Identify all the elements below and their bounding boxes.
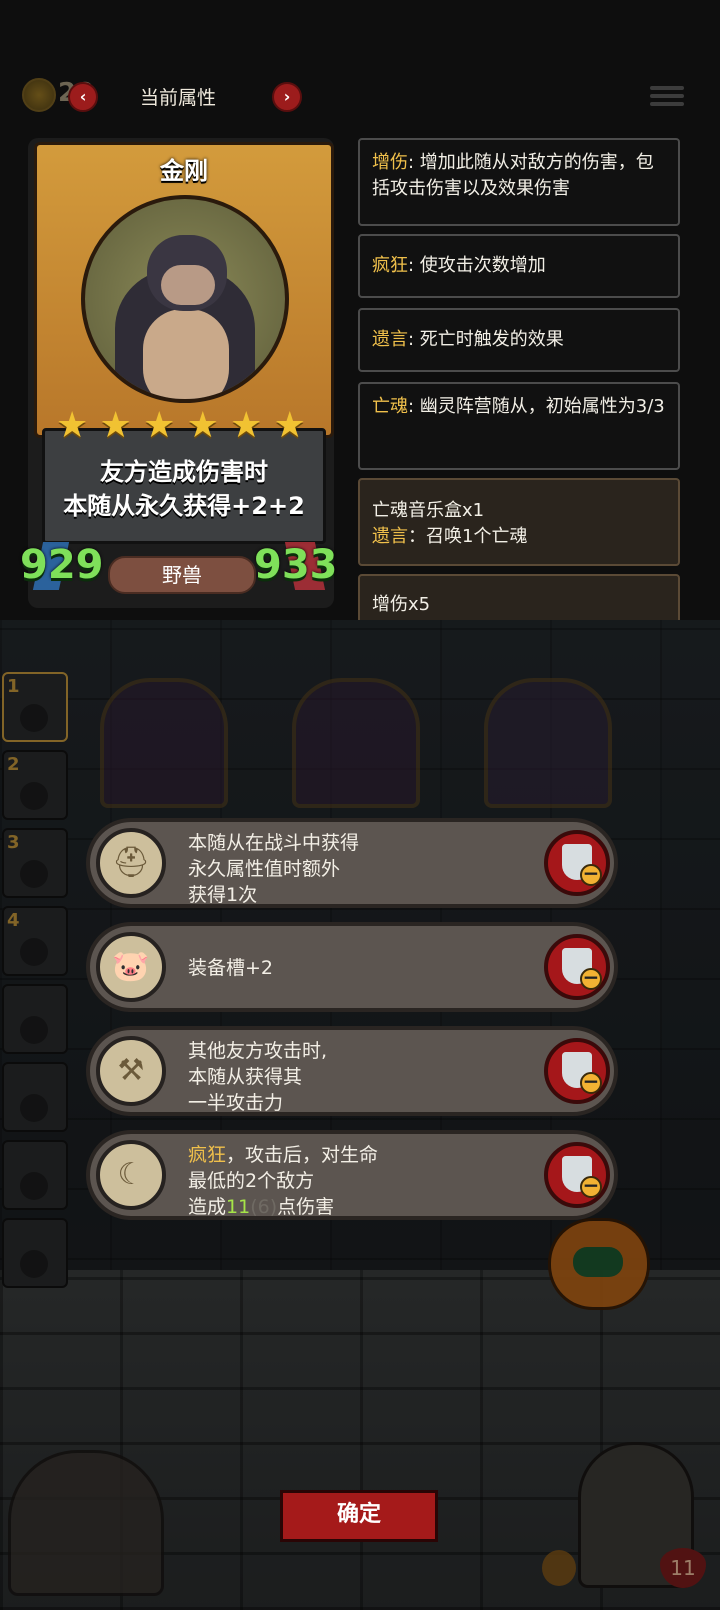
item-entry: 亡魂音乐盒x1 遗言：召唤1个亡魂 bbox=[358, 478, 680, 566]
star-icon: ★ bbox=[186, 405, 219, 446]
remove-equipment-button[interactable]: − bbox=[544, 934, 610, 1000]
minus-icon: − bbox=[580, 967, 602, 990]
card-effect-line: 本随从永久获得+2+2 bbox=[63, 492, 305, 520]
minion-card: 金刚 友方造成伤害时 本随从永久获得+2+2 ★ ★ ★ ★ ★ ★ 929 野兽 933 bbox=[20, 138, 338, 608]
remove-equipment-button[interactable]: − bbox=[544, 1142, 610, 1208]
equipment-text: 疯狂，攻击后，对生命 最低的2个敌方 造成11(6)点伤害 bbox=[188, 1144, 379, 1218]
keyword-entry: 疯狂: 使攻击次数增加 bbox=[358, 234, 680, 298]
equipment-text: 本随从在战斗中获得 永久属性值时额外 获得1次 bbox=[188, 832, 360, 906]
crossed-axes-icon: ⚒ bbox=[96, 1036, 166, 1106]
scythe-icon: ☾ bbox=[96, 1140, 166, 1210]
item-title: 亡魂音乐盒x1 bbox=[372, 500, 485, 521]
equipment-row: 🐷 装备槽+2 − bbox=[86, 922, 618, 1012]
prev-button[interactable]: ‹ bbox=[68, 82, 98, 112]
card-name: 金刚 bbox=[160, 157, 208, 185]
remove-equipment-button[interactable]: − bbox=[544, 830, 610, 896]
menu-icon[interactable] bbox=[650, 82, 684, 112]
confirm-button[interactable]: 确定 bbox=[280, 1490, 438, 1542]
star-icon: ★ bbox=[56, 405, 89, 446]
keyword-panel[interactable]: 增伤: 增加此随从对敌方的伤害，包括攻击伤害以及效果伤害 疯狂: 使攻击次数增加… bbox=[358, 138, 700, 620]
card-effect: 友方造成伤害时 本随从永久获得+2+2 bbox=[45, 455, 323, 523]
card-effect-line: 友方造成伤害时 bbox=[100, 458, 268, 486]
star-icon: ★ bbox=[230, 405, 263, 446]
item-entry: 增伤x5 bbox=[358, 574, 680, 620]
golden-helmet-icon: ⛑ bbox=[96, 828, 166, 898]
star-rating: ★ ★ ★ ★ ★ ★ bbox=[56, 408, 306, 444]
remove-equipment-button[interactable]: − bbox=[544, 1038, 610, 1104]
attack-value: 929 bbox=[20, 542, 104, 588]
next-button[interactable]: › bbox=[272, 82, 302, 112]
equipment-row: ⚒ 其他友方攻击时, 本随从获得其 一半攻击力 − bbox=[86, 1026, 618, 1116]
star-icon: ★ bbox=[273, 405, 306, 446]
star-icon: ★ bbox=[143, 405, 176, 446]
equipment-text: 装备槽+2 bbox=[188, 957, 274, 979]
keyword-entry: 亡魂: 幽灵阵营随从，初始属性为3/3 bbox=[358, 382, 680, 470]
minus-icon: − bbox=[580, 863, 602, 886]
pig-mask-icon: 🐷 bbox=[96, 932, 166, 1002]
equipment-row: ☾ 疯狂，攻击后，对生命 最低的2个敌方 造成11(6)点伤害 − bbox=[86, 1130, 618, 1220]
item-title: 增伤x5 bbox=[372, 594, 431, 615]
keyword-entry: 遗言: 死亡时触发的效果 bbox=[358, 308, 680, 372]
coin-icon bbox=[22, 78, 56, 112]
star-icon: ★ bbox=[99, 405, 132, 446]
top-bar: 20 ‹ 当前属性 › bbox=[0, 70, 720, 120]
gorilla-portrait bbox=[81, 195, 289, 403]
keyword-entry: 增伤: 增加此随从对敌方的伤害，包括攻击伤害以及效果伤害 bbox=[358, 138, 680, 226]
equipment-text: 其他友方攻击时, 本随从获得其 一半攻击力 bbox=[188, 1040, 328, 1114]
equipment-row: ⛑ 本随从在战斗中获得 永久属性值时额外 获得1次 − bbox=[86, 818, 618, 908]
tribe-badge: 野兽 bbox=[108, 556, 256, 594]
health-value: 933 bbox=[254, 542, 338, 588]
card-art-frame: 金刚 bbox=[34, 142, 334, 438]
panel-title: 当前属性 bbox=[140, 87, 217, 109]
minus-icon: − bbox=[580, 1175, 602, 1198]
minus-icon: − bbox=[580, 1071, 602, 1094]
